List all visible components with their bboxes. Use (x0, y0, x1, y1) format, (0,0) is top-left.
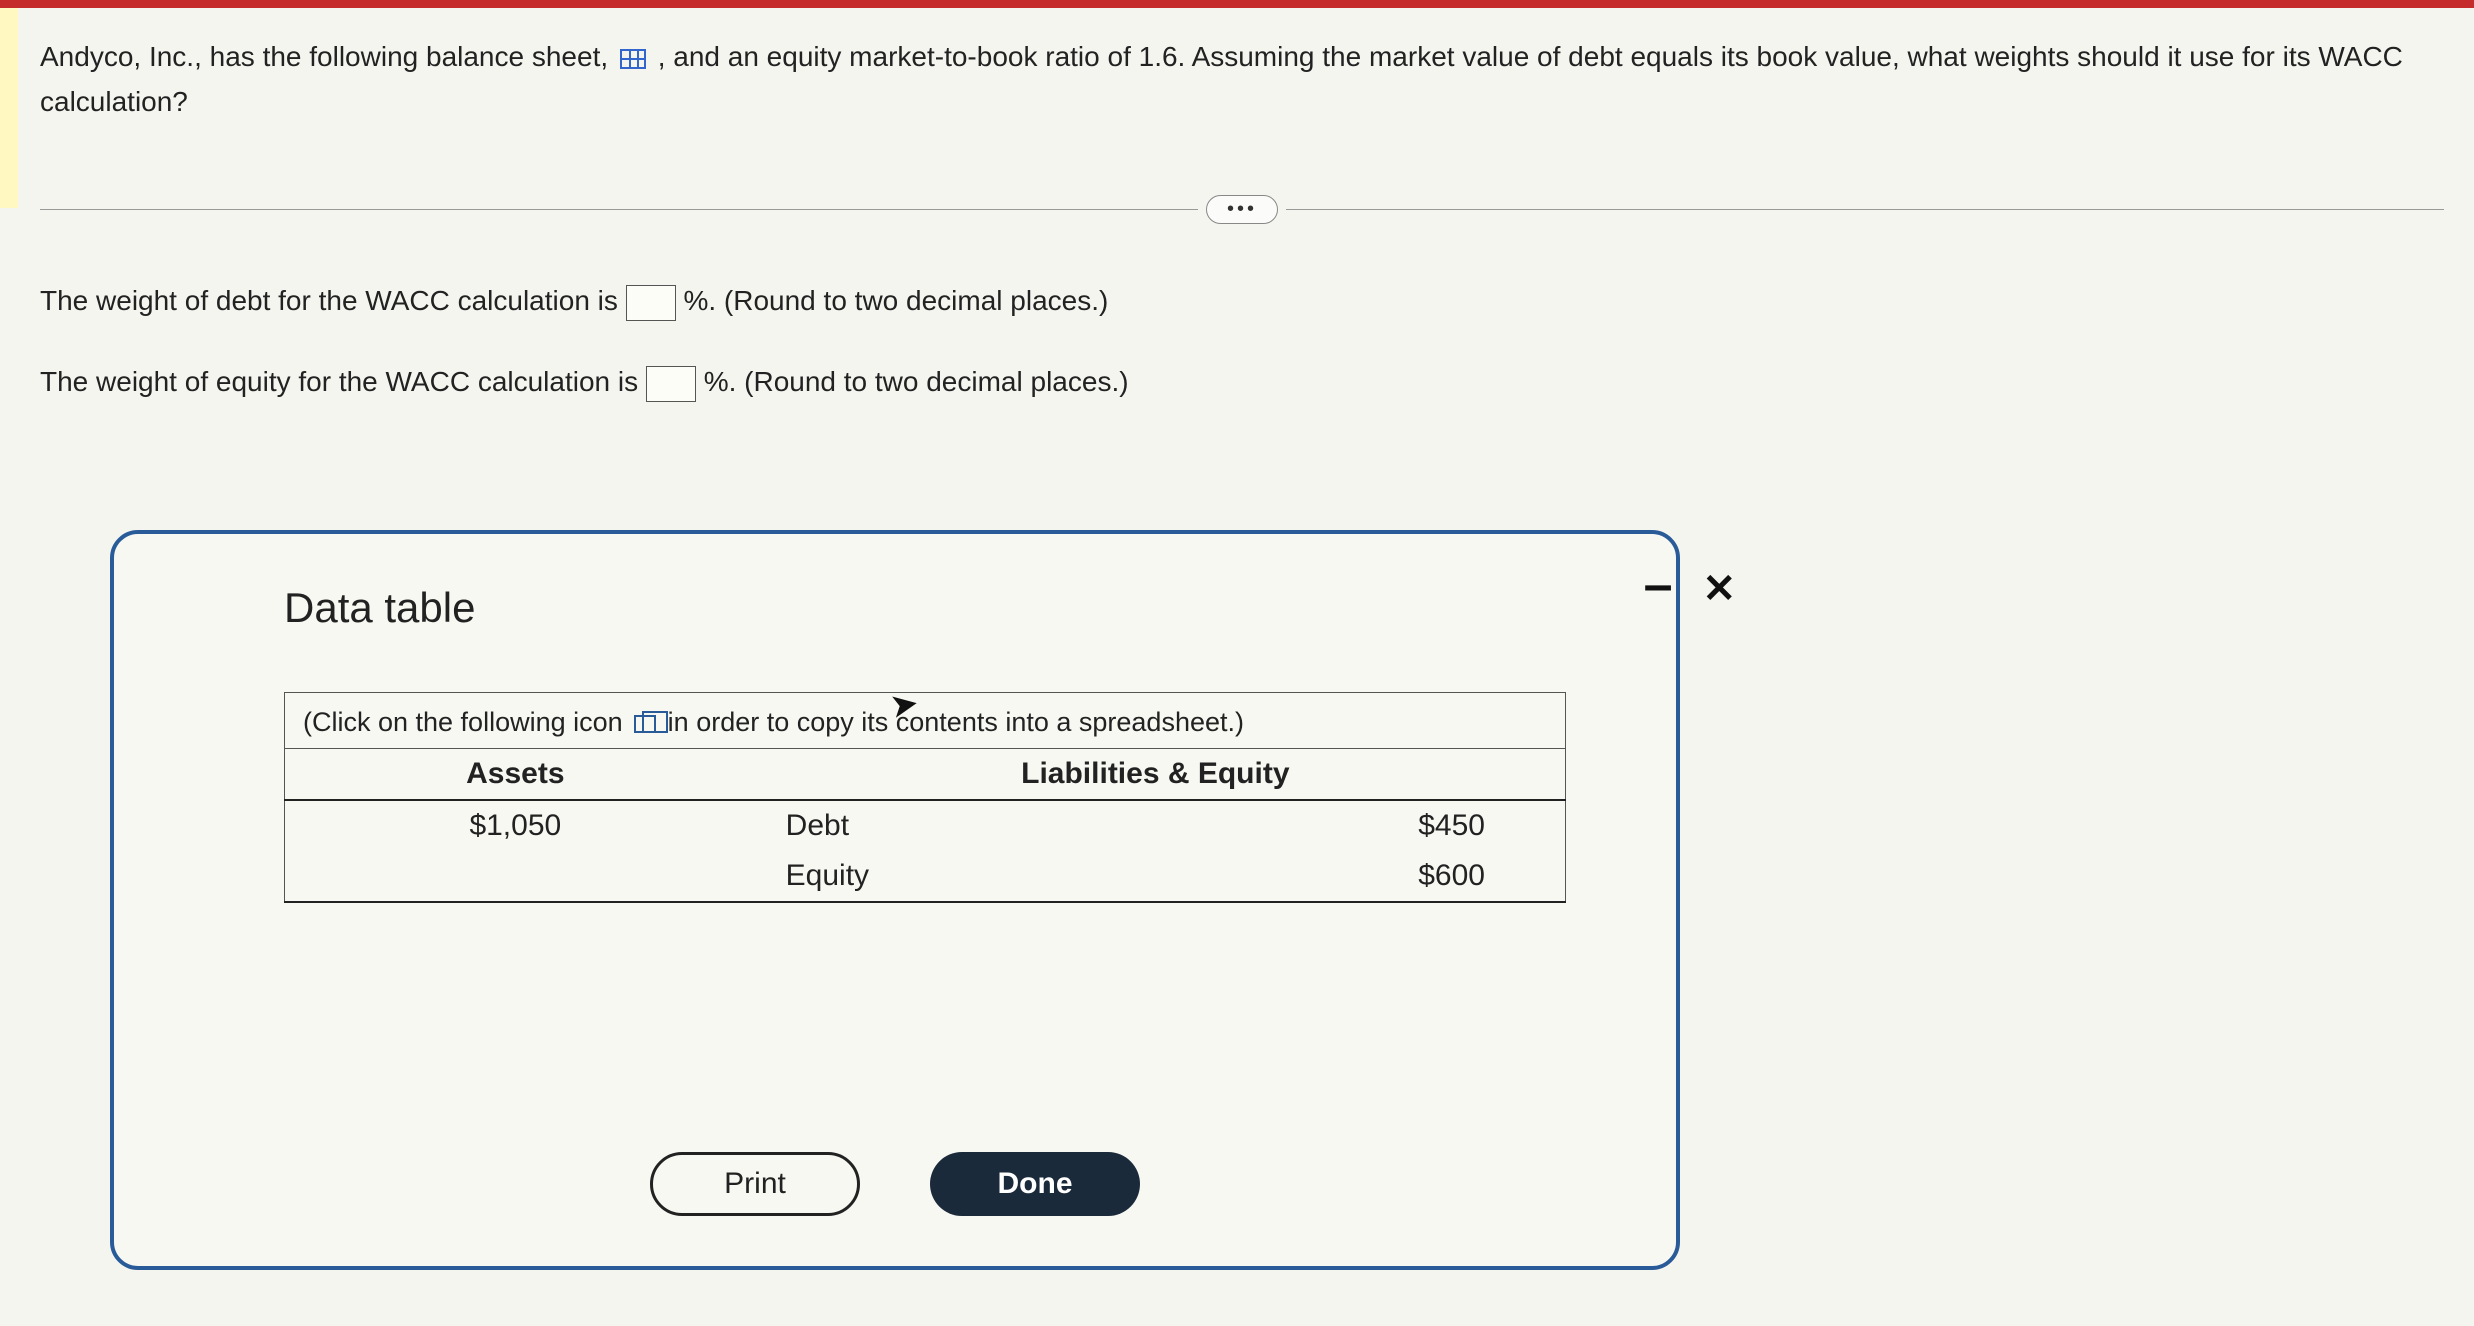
answers-area: The weight of debt for the WACC calculat… (40, 285, 2444, 447)
equity-value: $600 (1156, 851, 1566, 902)
question-text: Andyco, Inc., has the following balance … (40, 35, 2444, 125)
equity-label: Equity (746, 851, 1156, 902)
equity-weight-input[interactable] (646, 366, 696, 402)
assets-blank (285, 851, 746, 902)
equity-weight-prefix: The weight of equity for the WACC calcul… (40, 366, 646, 397)
left-margin-tab (0, 8, 18, 208)
debt-value: $450 (1156, 800, 1566, 851)
modal-buttons: Print Done (114, 1152, 1676, 1216)
debt-weight-suffix: %. (Round to two decimal places.) (683, 285, 1108, 316)
close-icon[interactable]: ✕ (1702, 569, 1736, 621)
divider: ••• (40, 195, 2444, 224)
more-button[interactable]: ••• (1206, 195, 1278, 224)
modal-window-controls: – ✕ (1644, 569, 1736, 621)
table-row: Equity $600 (285, 851, 1566, 902)
equity-weight-line: The weight of equity for the WACC calcul… (40, 366, 2444, 402)
divider-line-right (1286, 209, 2444, 210)
copy-instruction: (Click on the following icon in order to… (284, 692, 1566, 748)
header-assets: Assets (285, 749, 746, 801)
spreadsheet-icon[interactable] (620, 49, 646, 69)
question-part1: Andyco, Inc., has the following balance … (40, 41, 608, 72)
minimize-icon[interactable]: – (1644, 559, 1673, 611)
debt-label: Debt (746, 800, 1156, 851)
equity-weight-suffix: %. (Round to two decimal places.) (704, 366, 1129, 397)
table-row: $1,050 Debt $450 (285, 800, 1566, 851)
header-liabilities-equity: Liabilities & Equity (746, 749, 1566, 801)
debt-weight-line: The weight of debt for the WACC calculat… (40, 285, 2444, 321)
question-area: Andyco, Inc., has the following balance … (40, 35, 2444, 125)
modal-title: Data table (284, 584, 1566, 632)
copy-note-post: in order to copy its contents into a spr… (668, 707, 1244, 737)
debt-weight-input[interactable] (626, 285, 676, 321)
balance-sheet-table: Assets Liabilities & Equity $1,050 Debt … (284, 748, 1566, 903)
data-table-modal: – ✕ Data table (Click on the following i… (110, 530, 1680, 1270)
print-button[interactable]: Print (650, 1152, 860, 1216)
done-button[interactable]: Done (930, 1152, 1140, 1216)
divider-line-left (40, 209, 1198, 210)
assets-total: $1,050 (285, 800, 746, 851)
top-red-bar (0, 0, 2474, 8)
copy-note-pre: (Click on the following icon (303, 707, 630, 737)
table-header-row: Assets Liabilities & Equity (285, 749, 1566, 801)
copy-icon[interactable] (634, 715, 656, 733)
debt-weight-prefix: The weight of debt for the WACC calculat… (40, 285, 626, 316)
